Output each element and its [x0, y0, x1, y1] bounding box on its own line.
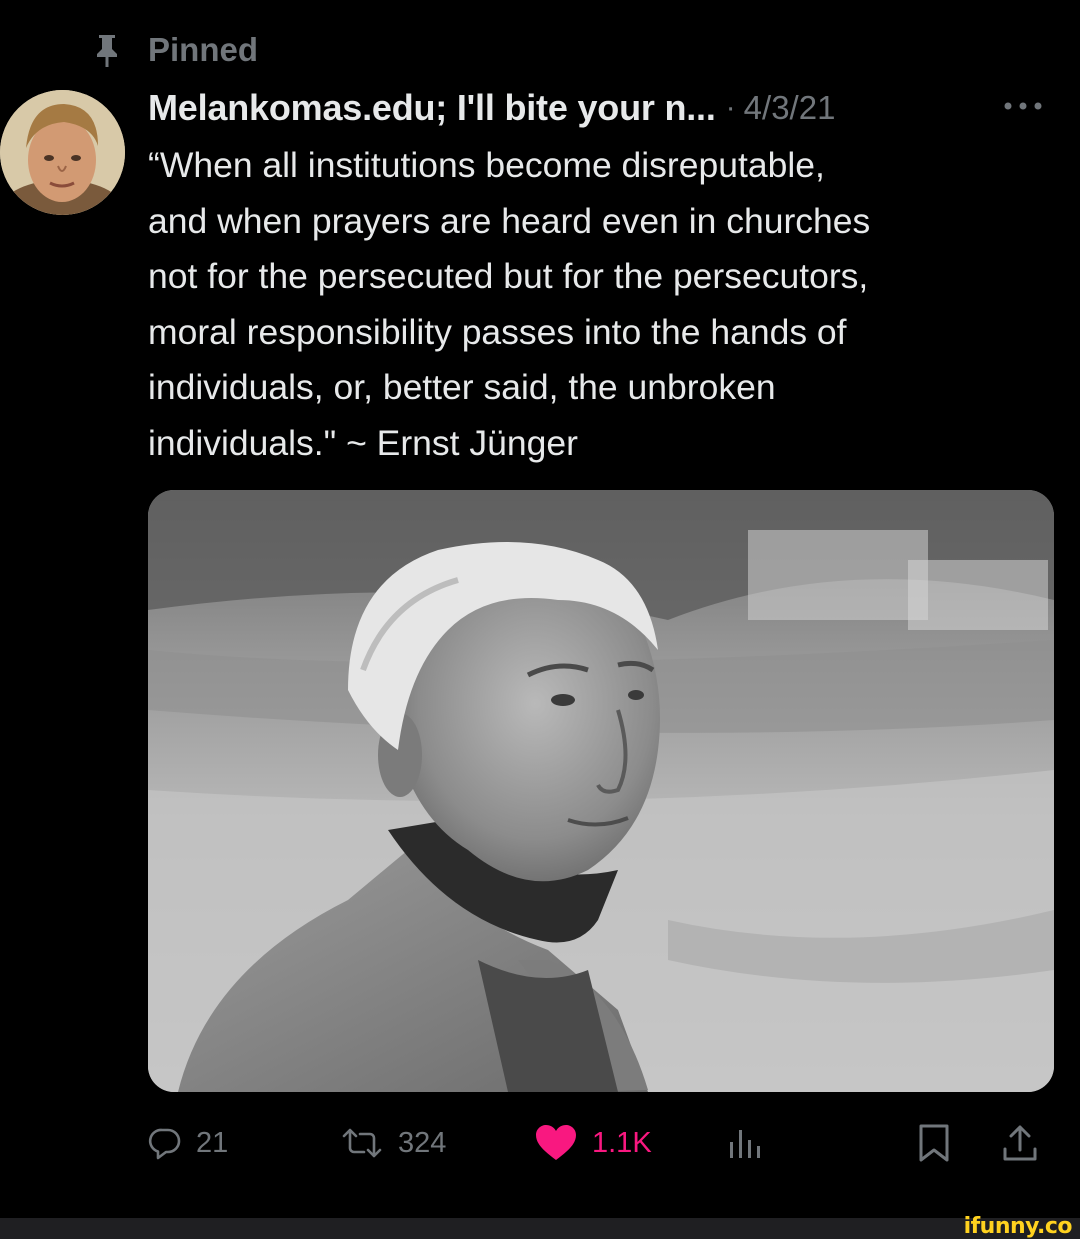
- reply-icon: [148, 1128, 181, 1160]
- action-bar: 21 324 1.1K: [148, 1115, 1058, 1171]
- tweet-photo[interactable]: [148, 490, 1054, 1092]
- tweet[interactable]: Pinned Melankomas.edu; I'll bite your n.…: [0, 0, 1080, 1218]
- like-count: 1.1K: [592, 1126, 652, 1159]
- retweet-icon: [342, 1128, 382, 1158]
- reply-button[interactable]: 21: [148, 1115, 228, 1171]
- retweet-count: 324: [398, 1126, 447, 1159]
- tweet-text: “When all institutions become disreputab…: [148, 145, 871, 463]
- bookmark-button[interactable]: [916, 1115, 952, 1171]
- avatar-image: [0, 90, 125, 215]
- bookmark-icon: [919, 1124, 949, 1162]
- heart-icon: [536, 1125, 576, 1160]
- views-icon: [730, 1130, 760, 1158]
- pinned-label: Pinned: [148, 31, 259, 68]
- views-button[interactable]: [726, 1115, 762, 1171]
- author-display-name[interactable]: Melankomas.edu; I'll bite your n...: [148, 87, 716, 129]
- tweet-date[interactable]: 4/3/21: [744, 89, 836, 127]
- share-icon: [1003, 1125, 1037, 1161]
- pin-icon: [97, 35, 117, 67]
- watermark-logo: ifunny.co: [963, 1214, 1073, 1239]
- tweet-header: Melankomas.edu; I'll bite your n... · 4/…: [148, 84, 1058, 132]
- more-icon[interactable]: [1000, 94, 1046, 118]
- portrait-photo: [148, 490, 1054, 1092]
- pinned-indicator: Pinned: [92, 30, 258, 70]
- like-button[interactable]: 1.1K: [534, 1115, 652, 1171]
- retweet-button[interactable]: 324: [340, 1115, 446, 1171]
- separator-dot: ·: [725, 91, 736, 124]
- watermark-strip: [0, 1218, 1080, 1239]
- reply-count: 21: [196, 1126, 229, 1159]
- avatar[interactable]: [0, 90, 125, 215]
- share-button[interactable]: [1002, 1115, 1038, 1171]
